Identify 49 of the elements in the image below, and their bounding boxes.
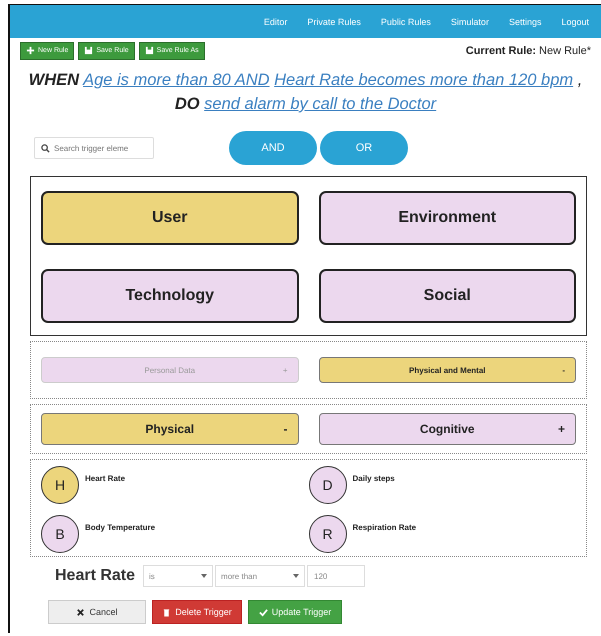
do-keyword: DO — [174, 95, 200, 113]
subcategory-button[interactable]: Cognitive + — [318, 413, 576, 445]
close-icon — [76, 608, 86, 616]
value-field[interactable]: 120 — [307, 565, 366, 587]
subcategory-button[interactable]: Physical and Mental - — [318, 357, 576, 383]
checkmark-icon — [258, 608, 268, 616]
current-rule-label: Current Rule: — [466, 44, 536, 56]
subcategory-button[interactable]: Physical - — [41, 413, 298, 445]
dropdown[interactable]: more than — [215, 565, 306, 587]
when-keyword: WHEN — [28, 71, 80, 89]
trigger-link[interactable]: Heart Rate becomes more than 120 bpm — [274, 71, 574, 89]
update-button[interactable]: Update Trigger — [248, 600, 342, 624]
element-label: Respiration Rate — [352, 523, 416, 532]
dropdown[interactable]: is — [143, 565, 214, 587]
plus-icon — [26, 46, 35, 55]
trigger-link[interactable]: Age is more than 80 AND — [83, 71, 270, 89]
nav-link[interactable]: Simulator — [440, 16, 499, 26]
caret-icon — [293, 574, 300, 578]
element-label: Heart Rate — [85, 474, 126, 483]
element-label: Daily steps — [352, 474, 395, 483]
expand-toggle: + — [282, 366, 288, 374]
search-field[interactable]: Search trigger eleme — [34, 137, 154, 159]
expand-toggle: + — [558, 422, 565, 436]
nav-link[interactable]: Editor — [254, 16, 298, 26]
element-button[interactable]: R — [308, 515, 346, 553]
element-button[interactable]: H — [41, 466, 79, 504]
delete-button[interactable]: Delete Trigger — [152, 600, 242, 624]
collapse-toggle: - — [284, 422, 288, 436]
trash-icon — [162, 608, 172, 616]
category-button[interactable]: Environment — [318, 191, 576, 245]
element-label: Body Temperature — [85, 523, 156, 532]
element-button[interactable]: B — [41, 515, 79, 553]
nav-link[interactable]: Private Rules — [297, 16, 371, 26]
operator-button[interactable]: AND — [229, 131, 317, 165]
category-button[interactable]: User — [41, 191, 298, 245]
category-button[interactable]: Social — [318, 269, 576, 323]
nav-link[interactable]: Logout — [551, 16, 599, 26]
nav-link[interactable]: Settings — [498, 16, 552, 26]
separator: , — [578, 71, 582, 89]
operator-button[interactable]: OR — [320, 131, 408, 165]
category-button[interactable]: Technology — [41, 269, 298, 323]
element-button[interactable]: D — [308, 466, 346, 504]
action-link[interactable]: send alarm by call to the Doctor — [204, 95, 436, 113]
nav-link[interactable]: Public Rules — [370, 16, 441, 26]
current-rule-name: New Rule* — [539, 44, 591, 56]
collapse-toggle: - — [562, 366, 565, 374]
trigger-label: Heart Rate — [55, 567, 136, 585]
cancel-button[interactable]: Cancel — [48, 600, 146, 624]
caret-icon — [201, 574, 208, 578]
